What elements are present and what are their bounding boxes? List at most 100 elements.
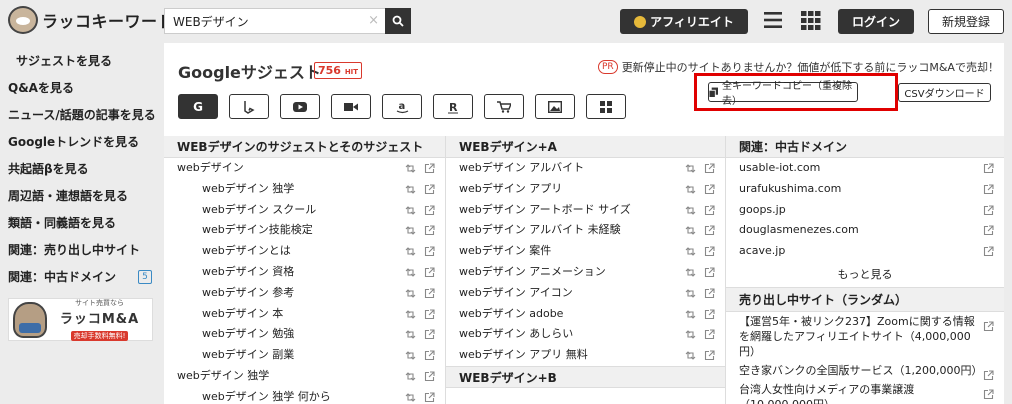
keyword-row[interactable]: webデザイン 本 bbox=[164, 304, 445, 325]
keyword-text[interactable]: webデザイン 本 bbox=[202, 304, 283, 325]
login-button[interactable]: ログイン bbox=[838, 9, 914, 34]
video-tab[interactable] bbox=[331, 94, 371, 119]
refresh-icon[interactable] bbox=[405, 309, 416, 320]
keyword-text[interactable]: webデザイン adobe bbox=[459, 304, 563, 325]
keyword-row[interactable]: webデザイン 勉強 bbox=[164, 324, 445, 345]
keyword-row[interactable]: webデザイン 独学 bbox=[164, 179, 445, 200]
shopping-tab[interactable] bbox=[484, 94, 524, 119]
sidebar-item-news[interactable]: ニュース/話題の記事を見る bbox=[0, 102, 160, 129]
keyword-text[interactable]: webデザイン 独学 bbox=[177, 366, 269, 387]
external-link-icon[interactable] bbox=[424, 205, 435, 216]
external-link-icon[interactable] bbox=[704, 205, 715, 216]
keyword-row[interactable]: webデザイン スクール bbox=[164, 200, 445, 221]
keyword-row[interactable]: webデザイン技能検定 bbox=[164, 220, 445, 241]
rakko-ma-banner[interactable]: サイト売買なら ラッコM&A 売却手数料無料! bbox=[8, 298, 153, 341]
logo[interactable]: ラッコキーワード bbox=[8, 6, 174, 34]
keyword-text[interactable]: webデザイン アニメーション bbox=[459, 262, 606, 283]
more-link[interactable]: もっと見る bbox=[726, 262, 1004, 288]
external-link-icon[interactable] bbox=[704, 267, 715, 278]
domain-text[interactable]: acave.jp bbox=[739, 241, 785, 262]
hamburger-menu-icon[interactable] bbox=[763, 11, 783, 29]
refresh-icon[interactable] bbox=[685, 205, 696, 216]
domain-row[interactable]: usable-iot.com bbox=[726, 158, 1004, 179]
domain-row[interactable]: acave.jp bbox=[726, 241, 1004, 262]
external-link-icon[interactable] bbox=[424, 371, 435, 382]
refresh-icon[interactable] bbox=[405, 267, 416, 278]
refresh-icon[interactable] bbox=[685, 163, 696, 174]
keyword-text[interactable]: webデザイン 独学 bbox=[202, 179, 294, 200]
search-input[interactable] bbox=[164, 8, 385, 34]
keyword-text[interactable]: webデザイン アイコン bbox=[459, 283, 573, 304]
keyword-row[interactable]: webデザイン 案件 bbox=[446, 241, 725, 262]
refresh-icon[interactable] bbox=[405, 163, 416, 174]
refresh-icon[interactable] bbox=[405, 329, 416, 340]
bing-tab[interactable] bbox=[229, 94, 269, 119]
sidebar-item-google-trends[interactable]: Googleトレンドを見る bbox=[0, 129, 160, 156]
external-link-icon[interactable] bbox=[704, 309, 715, 320]
sale-text[interactable]: 空き家バンクの全国版サービス（1,200,000円） bbox=[739, 364, 983, 377]
external-link-icon[interactable] bbox=[704, 350, 715, 361]
sidebar-item-cooccurrence[interactable]: 共起語βを見る bbox=[0, 156, 160, 183]
sidebar-item-related-words[interactable]: 周辺語・連想語を見る bbox=[0, 183, 160, 210]
domain-row[interactable]: urafukushima.com bbox=[726, 179, 1004, 200]
youtube-tab[interactable] bbox=[280, 94, 320, 119]
amazon-tab[interactable]: a bbox=[382, 94, 422, 119]
keyword-row[interactable]: webデザイン アイコン bbox=[446, 283, 725, 304]
external-link-icon[interactable] bbox=[424, 184, 435, 195]
external-link-icon[interactable] bbox=[424, 267, 435, 278]
keyword-row[interactable]: webデザイン 副業 bbox=[164, 345, 445, 366]
external-link-icon[interactable] bbox=[983, 184, 994, 195]
rakuten-tab[interactable]: R bbox=[433, 94, 473, 119]
keyword-row[interactable]: webデザイン アルバイト 未経験 bbox=[446, 220, 725, 241]
refresh-icon[interactable] bbox=[685, 329, 696, 340]
refresh-icon[interactable] bbox=[405, 205, 416, 216]
keyword-text[interactable]: webデザイン アプリ 無料 bbox=[459, 345, 588, 366]
search-button[interactable] bbox=[385, 8, 411, 34]
external-link-icon[interactable] bbox=[424, 246, 435, 257]
external-link-icon[interactable] bbox=[704, 329, 715, 340]
refresh-icon[interactable] bbox=[405, 350, 416, 361]
sidebar-item-synonyms[interactable]: 類語・同義語を見る bbox=[0, 210, 160, 237]
sidebar-item-qa[interactable]: Q&Aを見る bbox=[0, 75, 160, 102]
csv-download-button[interactable]: CSVダウンロード bbox=[898, 83, 991, 102]
domain-text[interactable]: goops.jp bbox=[739, 200, 786, 221]
external-link-icon[interactable] bbox=[704, 184, 715, 195]
refresh-icon[interactable] bbox=[405, 392, 416, 403]
keyword-text[interactable]: webデザイン 参考 bbox=[202, 283, 294, 304]
sidebar-item-sites-for-sale[interactable]: 関連：売り出し中サイト bbox=[0, 237, 160, 264]
keyword-text[interactable]: webデザイン アルバイト 未経験 bbox=[459, 220, 621, 241]
keyword-row[interactable]: webデザイン adobe bbox=[446, 304, 725, 325]
keyword-text[interactable]: webデザイン 副業 bbox=[202, 345, 294, 366]
sale-text[interactable]: 【運営5年・被リンク237】Zoomに関する情報を網羅したアフィリエイトサイト（… bbox=[739, 315, 975, 358]
keyword-text[interactable]: webデザイン あしらい bbox=[459, 324, 573, 345]
keyword-text[interactable]: webデザイン アートボード サイズ bbox=[459, 200, 631, 221]
refresh-icon[interactable] bbox=[405, 288, 416, 299]
refresh-icon[interactable] bbox=[685, 184, 696, 195]
external-link-icon[interactable] bbox=[424, 350, 435, 361]
refresh-icon[interactable] bbox=[405, 246, 416, 257]
keyword-row[interactable]: webデザイン 資格 bbox=[164, 262, 445, 283]
refresh-icon[interactable] bbox=[405, 371, 416, 382]
sale-item[interactable]: 空き家バンクの全国版サービス（1,200,000円） bbox=[726, 361, 1004, 381]
keyword-text[interactable]: webデザイン 独学 何から bbox=[202, 387, 331, 404]
external-link-icon[interactable] bbox=[704, 163, 715, 174]
sidebar-item-used-domains[interactable]: 関連：中古ドメイン 5 bbox=[0, 264, 160, 291]
domain-row[interactable]: douglasmenezes.com bbox=[726, 220, 1004, 241]
domain-row[interactable]: goops.jp bbox=[726, 200, 1004, 221]
refresh-icon[interactable] bbox=[405, 225, 416, 236]
keyword-text[interactable]: webデザイン技能検定 bbox=[202, 220, 313, 241]
keyword-row[interactable]: webデザイン アプリ 無料 bbox=[446, 345, 725, 366]
refresh-icon[interactable] bbox=[685, 350, 696, 361]
refresh-icon[interactable] bbox=[685, 246, 696, 257]
domain-text[interactable]: usable-iot.com bbox=[739, 158, 820, 179]
affiliate-button[interactable]: アフィリエイト bbox=[620, 9, 748, 34]
keyword-text[interactable]: webデザイン bbox=[177, 158, 244, 179]
keyword-row[interactable]: webデザイン アニメーション bbox=[446, 262, 725, 283]
domain-text[interactable]: urafukushima.com bbox=[739, 179, 841, 200]
refresh-icon[interactable] bbox=[405, 184, 416, 195]
sale-item[interactable]: 【運営5年・被リンク237】Zoomに関する情報を網羅したアフィリエイトサイト（… bbox=[726, 312, 1004, 361]
external-link-icon[interactable] bbox=[704, 246, 715, 257]
external-link-icon[interactable] bbox=[704, 288, 715, 299]
keyword-row[interactable]: webデザイン アプリ bbox=[446, 179, 725, 200]
refresh-icon[interactable] bbox=[685, 288, 696, 299]
